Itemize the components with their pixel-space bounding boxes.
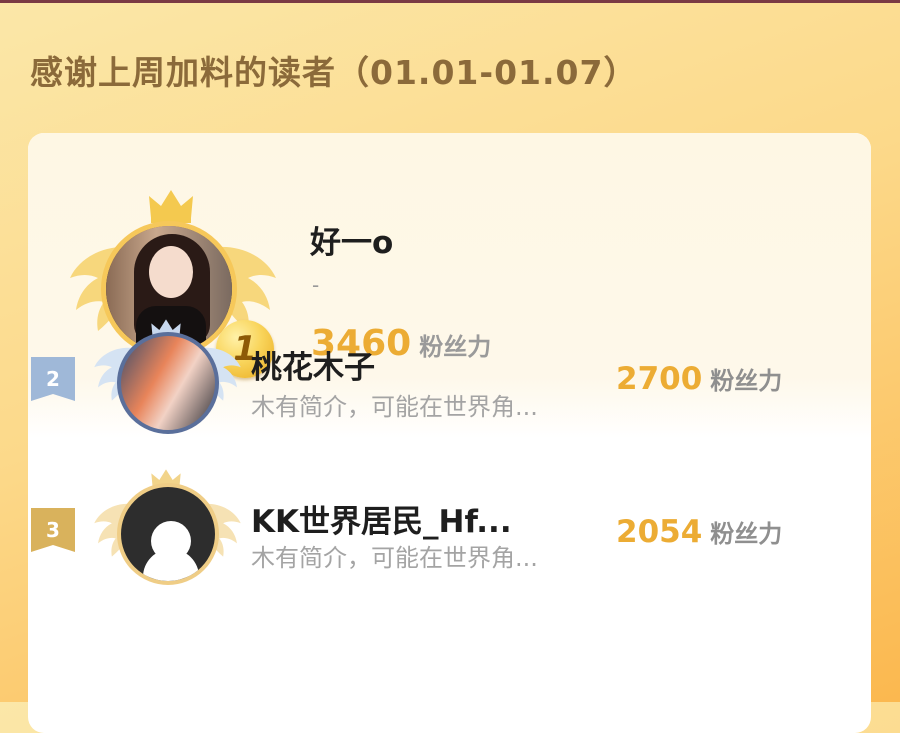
- fan-power-value: 2700: [616, 361, 703, 397]
- fan-power: 2700 粉丝力: [616, 361, 782, 397]
- reader-name[interactable]: 好一o: [310, 217, 393, 262]
- fan-power-unit: 粉丝力: [419, 333, 492, 361]
- fan-power: 2054 粉丝力: [616, 514, 782, 550]
- crown-icon: [149, 190, 193, 223]
- reader-bio: -: [312, 273, 320, 297]
- list-item[interactable]: 3 KK世界居民_Hf... 木有简介，可能在世界角... 2054 粉丝力: [0, 0, 843, 585]
- fan-power-value: 2054: [616, 514, 703, 550]
- avatar[interactable]: [117, 483, 219, 585]
- ghost-body-icon: [143, 549, 199, 581]
- avatar[interactable]: [117, 332, 219, 434]
- fan-power-unit: 粉丝力: [710, 520, 783, 548]
- fan-power-unit: 粉丝力: [710, 367, 783, 395]
- reader-bio: 木有简介，可能在世界角...: [251, 393, 538, 421]
- reader-name[interactable]: KK世界居民_Hf...: [251, 496, 512, 541]
- reader-name[interactable]: 桃花木子: [251, 342, 375, 387]
- reader-bio: 木有简介，可能在世界角...: [251, 544, 538, 572]
- leaderboard-card: 1 好一o - 3460 粉丝力: [28, 133, 871, 733]
